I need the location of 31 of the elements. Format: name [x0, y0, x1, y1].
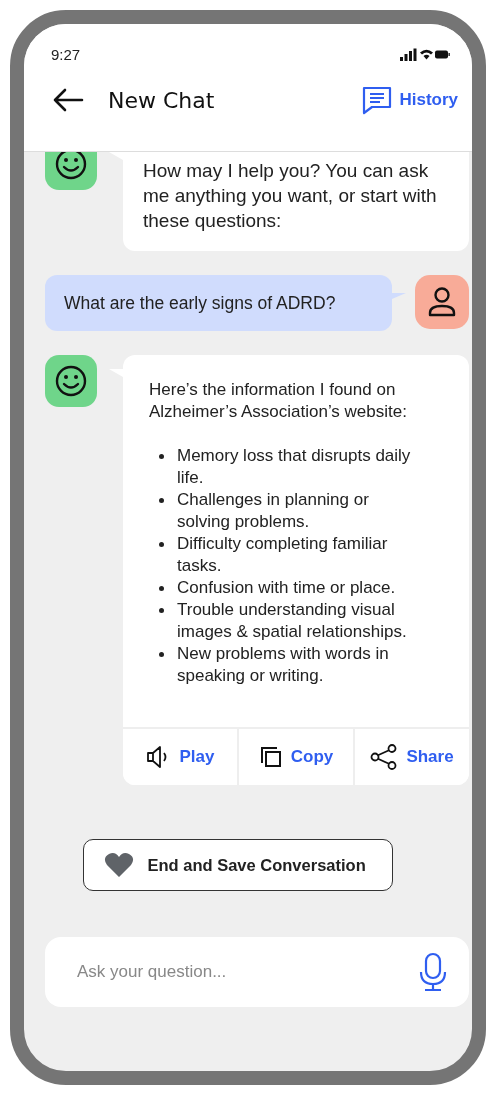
history-button[interactable]: History: [361, 85, 458, 115]
bullet-icon: [159, 542, 164, 547]
person-avatar-icon: [415, 275, 469, 329]
smiley-avatar-icon: [45, 152, 97, 190]
bullet-icon: [159, 454, 164, 459]
end-save-button[interactable]: End and Save Conversation: [82, 839, 393, 891]
bullet-icon: [159, 652, 164, 657]
bullet-icon: [159, 586, 164, 591]
share-icon: [370, 744, 399, 770]
share-button[interactable]: Share: [353, 729, 469, 785]
back-arrow-icon[interactable]: [52, 88, 84, 112]
question-input-field[interactable]: Ask your question...: [45, 937, 469, 1007]
message-text: Here’s the information I found on Alzheimer’s Association’s website:: [148, 379, 408, 423]
list-item: New problems with words in speaking or writing.: [177, 643, 390, 687]
message-text: What are the early signs of ADRD?: [64, 292, 336, 314]
microphone-icon[interactable]: [419, 952, 447, 992]
list-item: Memory loss that disrupts daily life.: [177, 445, 412, 489]
heart-icon: [103, 852, 134, 878]
status-time: 9:27: [51, 46, 81, 63]
bullet-icon: [159, 498, 164, 503]
list-item: Confusion with time or place.: [177, 577, 396, 599]
list-item: Difficulty completing familiar tasks.: [177, 533, 389, 577]
smiley-avatar-icon: [45, 355, 97, 407]
chat-title: New Chat: [108, 87, 216, 113]
status-icons: [400, 47, 450, 62]
list-item: Challenges in planning or solving problems.: [177, 489, 370, 533]
list-item: Trouble understanding visual images & spatial relationships.: [177, 599, 408, 643]
copy-icon: [258, 745, 283, 769]
chat-bubble-icon: [361, 85, 394, 115]
message-text: How may I help you? You can ask me anything you want, or start with these questions:: [143, 159, 438, 233]
bullet-icon: [159, 608, 164, 613]
